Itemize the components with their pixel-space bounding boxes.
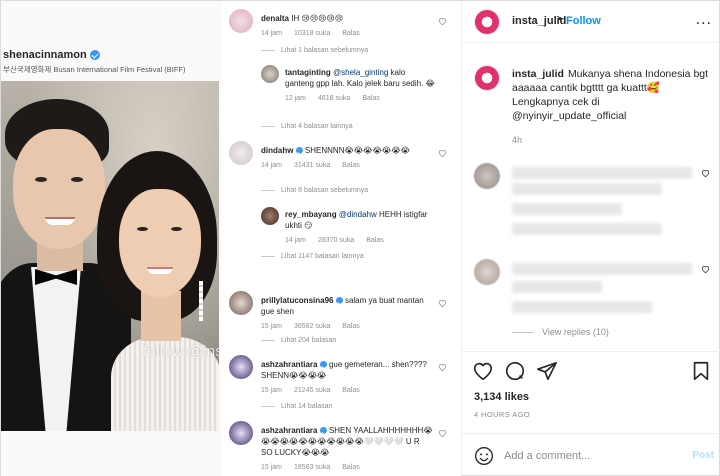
follow-button[interactable]: Follow [566, 15, 601, 27]
heart-icon [438, 18, 447, 25]
bookmark-icon[interactable] [690, 360, 712, 382]
view-replies-link: Lihat 204 balasan [261, 337, 336, 344]
heart-icon [438, 150, 447, 157]
share-send-icon[interactable] [536, 360, 558, 382]
verified-icon [319, 361, 327, 369]
view-replies-link: Lihat 1 balasan sebelumnya [261, 47, 368, 54]
avatar [229, 355, 253, 379]
more-options-icon[interactable]: ... [696, 11, 712, 29]
view-replies-link: Lihat 14 balasan [261, 403, 332, 410]
add-comment-bar: Post [462, 433, 720, 476]
post-image[interactable]: shenacinnamon 부산국제영화제 Busan Internationa… [1, 1, 461, 476]
verified-icon [335, 297, 343, 305]
post-sidebar: insta_julid • Follow ... insta_julid Muka… [461, 1, 720, 476]
embedded-subtitle: 부산국제영화제 Busan International Film Festiva… [3, 65, 186, 74]
heart-icon[interactable] [701, 169, 710, 177]
view-replies-link: Lihat 8 balasan sebelumnya [261, 187, 368, 194]
avatar [229, 291, 253, 315]
verified-icon [319, 427, 327, 435]
post-header: insta_julid • Follow ... [462, 1, 720, 43]
embedded-screenshot: shenacinnamon 부산국제영화제 Busan Internationa… [1, 1, 221, 476]
heart-icon [438, 300, 447, 307]
action-bar [462, 351, 720, 387]
view-replies-link: Lihat 1147 balasan lainnya [261, 253, 364, 260]
verified-icon [295, 147, 303, 155]
heart-icon[interactable] [701, 265, 710, 273]
heart-icon [438, 430, 447, 437]
separator-dot: • [558, 13, 562, 25]
avatar [474, 259, 500, 285]
avatar [229, 141, 253, 165]
heart-icon [438, 364, 447, 371]
celebrity-photo: follow @insta_julid [1, 81, 219, 431]
embedded-comments: denalta IH 😢😢😢😢😢 14 jam 10318 suka Balas L… [223, 1, 459, 476]
likes-count[interactable]: 3,134 likes [474, 391, 529, 403]
embedded-header: shenacinnamon 부산국제영화제 Busan Internationa… [1, 49, 221, 75]
caption-username[interactable]: insta_julid [512, 68, 564, 80]
emoji-icon[interactable] [474, 446, 494, 466]
post-button[interactable]: Post [692, 450, 714, 461]
like-heart-icon[interactable] [472, 360, 494, 382]
watermark-text: follow @insta_julid [143, 343, 219, 360]
avatar [229, 9, 253, 33]
avatar[interactable] [474, 65, 500, 91]
post-timestamp: 4 HOURS AGO [474, 410, 531, 419]
avatar [261, 65, 279, 83]
avatar [261, 207, 279, 225]
instagram-post-window: shenacinnamon 부산국제영화제 Busan Internationa… [0, 0, 720, 476]
comment-input[interactable] [504, 444, 684, 468]
avatar [474, 163, 500, 189]
view-replies-link[interactable]: View replies (10) [512, 327, 609, 337]
comment-bubble-icon[interactable] [504, 360, 526, 382]
view-replies-link: Lihat 4 balasan lainnya [261, 123, 353, 130]
avatar [229, 421, 253, 445]
verified-icon [89, 50, 100, 60]
avatar[interactable] [474, 9, 500, 35]
caption-timestamp: 4h [512, 135, 523, 145]
embedded-account-name: shenacinnamon [3, 49, 87, 61]
